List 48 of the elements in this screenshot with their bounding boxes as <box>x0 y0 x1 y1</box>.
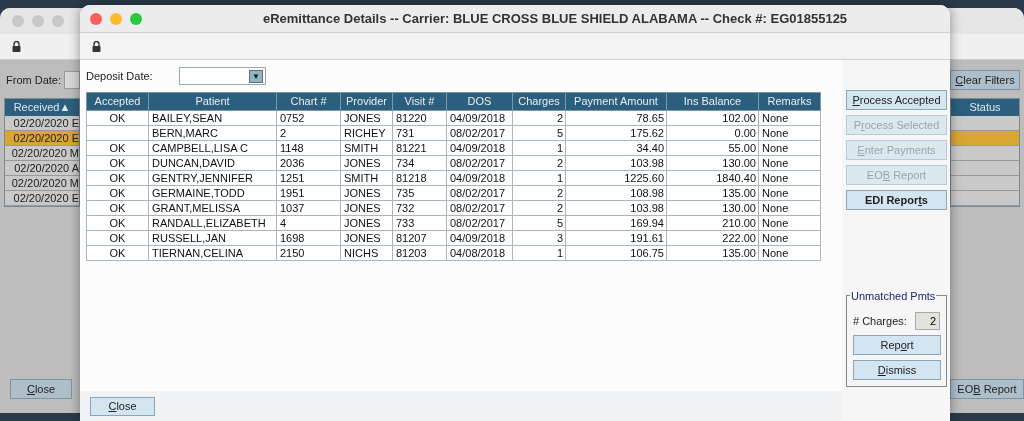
table-cell: 02/20/2020 E <box>5 116 79 131</box>
group-button[interactable]: Dismiss <box>853 360 941 380</box>
close-button[interactable]: Close <box>10 379 72 400</box>
group-button[interactable]: Report <box>853 335 941 355</box>
table-row[interactable] <box>951 146 1019 161</box>
zoom-icon[interactable] <box>52 15 64 27</box>
close-icon[interactable] <box>12 15 24 27</box>
column-header[interactable]: Charges <box>512 92 566 110</box>
minimize-icon[interactable] <box>32 15 44 27</box>
column-header[interactable]: Visit # <box>392 92 447 110</box>
close-icon[interactable] <box>90 12 102 25</box>
zoom-icon[interactable] <box>130 12 142 25</box>
action-button[interactable]: EDI Reports <box>846 190 947 210</box>
table-row[interactable] <box>951 116 1019 131</box>
eob-report-button[interactable]: EOB Report <box>950 379 1024 400</box>
column-header[interactable]: Chart # <box>276 92 341 110</box>
column-header[interactable]: DOS <box>446 92 513 110</box>
table-cell: 02/20/2020 A <box>5 161 79 176</box>
column-header[interactable]: Provider <box>340 92 393 110</box>
table-cell: 02/20/2020 M <box>5 146 79 161</box>
column-header[interactable]: Accepted <box>86 92 149 110</box>
clear-filters-button[interactable]: Clear Filters <box>950 70 1020 90</box>
deposit-date-label: Deposit Date: <box>86 68 154 84</box>
dropdown-button[interactable]: ▼ <box>249 69 263 83</box>
charges-field[interactable]: 2 <box>915 312 940 330</box>
charges-label: # Charges: <box>853 313 907 329</box>
column-header[interactable]: Status <box>951 99 1019 116</box>
column-header[interactable]: Patient <box>148 92 277 110</box>
window-title: eRemittance Details -- Carrier: BLUE CROSS BLUE SHIELD ALABAMA -- Check #: EG01855125 <box>261 9 849 28</box>
table-cell: 02/20/2020 E <box>5 191 79 206</box>
column-header[interactable]: Ins Balance <box>666 92 759 110</box>
minimize-icon[interactable] <box>110 12 122 25</box>
table-cell: 02/20/2020 E <box>5 131 79 146</box>
table-cell: 02/20/2020 M <box>5 176 79 191</box>
lock-icon <box>92 40 101 52</box>
lock-icon <box>12 41 21 52</box>
table-row[interactable] <box>951 131 1019 146</box>
from-date-field[interactable] <box>64 71 80 89</box>
from-date-label: From Date: <box>6 72 61 88</box>
action-button[interactable]: Process Accepted <box>846 90 947 110</box>
column-header[interactable]: Received▲ <box>5 99 79 116</box>
table-row[interactable] <box>951 176 1019 191</box>
deposit-date-dropdown[interactable]: ▼ <box>179 67 266 85</box>
close-button[interactable]: Close <box>90 396 155 416</box>
table-row[interactable] <box>951 191 1019 206</box>
table-row[interactable] <box>951 161 1019 176</box>
column-header[interactable]: Payment Amount <box>565 92 667 110</box>
column-header[interactable]: Remarks <box>758 92 821 110</box>
